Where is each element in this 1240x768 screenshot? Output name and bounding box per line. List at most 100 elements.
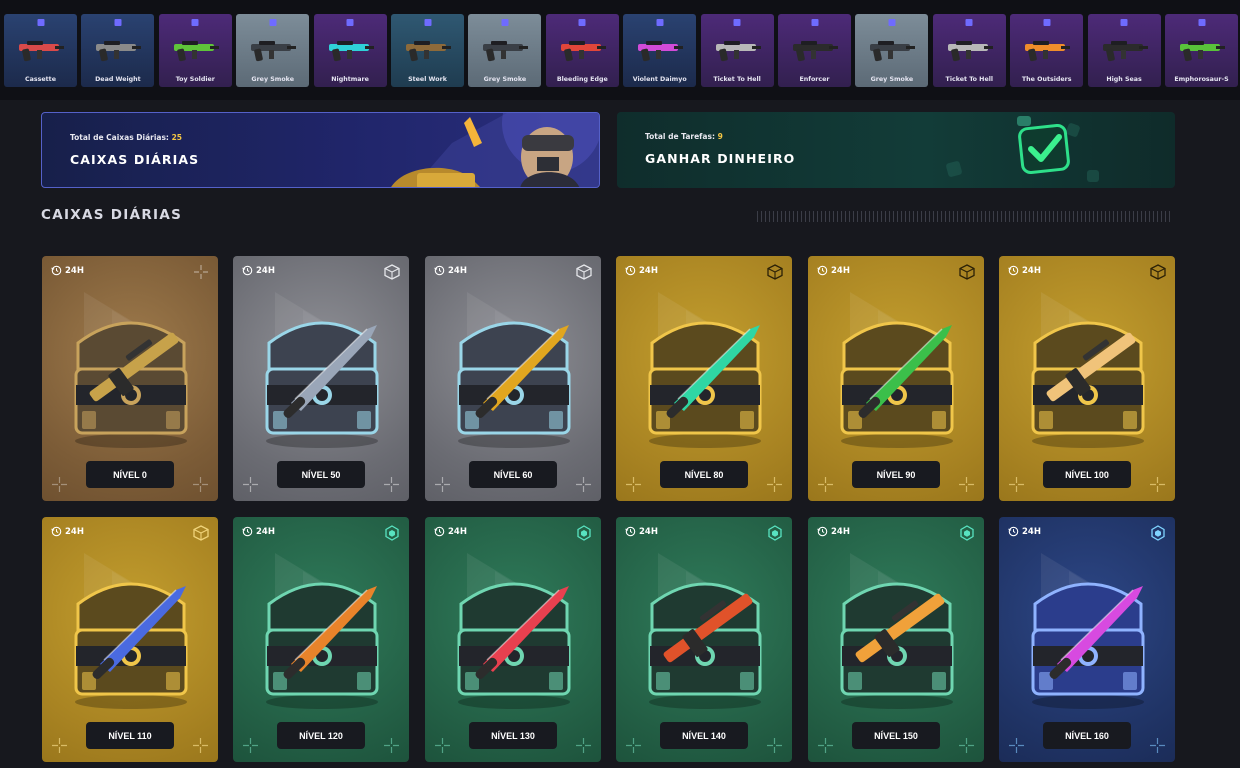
level-button[interactable]: NÍVEL 110 [86,722,174,749]
level-button[interactable]: NÍVEL 60 [469,461,557,488]
weapon-icon [1180,41,1225,62]
level-button[interactable]: NÍVEL 120 [277,722,365,749]
tier-hexagon-icon [1151,525,1165,541]
drop-item[interactable]: Nightmare [313,14,387,87]
cooldown-timer: 24H [51,526,84,537]
cooldown-timer: 24H [242,526,275,537]
weapon-icon [328,41,374,62]
daily-case-card[interactable]: 24H NÍVEL 100 [999,256,1175,501]
clock-icon [242,526,253,537]
drop-item[interactable]: Violent Daimyo [623,14,697,87]
daily-case-card[interactable]: 24H NÍVEL 160 [999,517,1175,762]
section-title: CAIXAS DIÁRIAS [41,207,183,223]
level-button[interactable]: NÍVEL 150 [852,722,940,749]
drop-name: Ticket To Hell [945,76,994,83]
drop-name: Violent Daimyo [632,76,687,83]
checkmark-icon [946,116,1099,182]
tier-cube-icon [1150,264,1166,280]
clock-icon [434,526,445,537]
drop-item[interactable]: Grey Smoke [236,14,310,87]
tier-hexagon-icon [385,525,399,541]
drop-item[interactable]: Enforcer [778,14,851,87]
daily-case-card[interactable]: 24H NÍVEL 120 [233,517,409,762]
rarity-icon [578,19,586,26]
crosshair-icon [1150,477,1165,492]
level-button[interactable]: NÍVEL 160 [1043,722,1131,749]
rarity-icon [1120,19,1128,26]
drop-name: Grey Smoke [251,76,294,83]
crosshair-icon [767,477,782,492]
daily-case-card[interactable]: 24H NÍVEL 80 [616,256,792,501]
tier-hexagon-icon [768,525,782,541]
crosshair-icon [52,477,67,492]
earn-money-banner[interactable]: Total de Tarefas: 9 GANHAR DINHEIRO [617,112,1175,188]
cooldown-timer: 24H [242,265,275,276]
drop-item[interactable]: Ticket To Hell [932,14,1006,87]
daily-case-card[interactable]: 24H NÍVEL 150 [808,517,984,762]
drop-name: Steel Work [408,76,447,83]
crosshair-icon [959,477,974,492]
drop-name: Dead Weight [95,76,141,83]
cooldown-timer: 24H [434,526,467,537]
daily-case-card[interactable]: 24H NÍVEL 130 [425,517,601,762]
cooldown-timer: 24H [625,526,658,537]
timer-label: 24H [65,526,84,537]
daily-case-card[interactable]: 24H NÍVEL 110 [42,517,218,762]
crosshair-icon [1009,738,1024,753]
crosshair-icon [52,738,67,753]
drop-item[interactable]: Grey Smoke [468,14,542,87]
drop-item[interactable]: Steel Work [391,14,464,87]
clock-icon [1008,526,1019,537]
drop-item[interactable]: High Seas [1087,14,1161,87]
crosshair-icon [435,477,450,492]
rarity-icon [501,19,509,26]
drop-name: Grey Smoke [870,76,914,83]
drop-item[interactable]: Grey Smoke [855,14,929,87]
rarity-icon [191,19,199,26]
drop-name: Grey Smoke [483,76,527,83]
crosshair-icon [576,738,591,753]
level-button[interactable]: NÍVEL 140 [660,722,748,749]
level-button[interactable]: NÍVEL 90 [852,461,940,488]
rarity-icon [346,19,354,26]
crosshair-icon [818,738,833,753]
crosshair-icon [193,738,208,753]
tasks-count: Total de Tarefas: 9 [645,132,723,141]
daily-case-card[interactable]: 24H NÍVEL 0 [42,256,218,501]
timer-label: 24H [448,526,467,537]
crosshair-icon [959,738,974,753]
daily-case-card[interactable]: 24H NÍVEL 140 [616,517,792,762]
daily-case-card[interactable]: 24H NÍVEL 60 [425,256,601,501]
drop-item[interactable]: Toy Soldier [158,14,232,87]
drop-item[interactable]: The Outsiders [1010,14,1084,87]
clock-icon [242,265,253,276]
tier-hexagon-icon [577,525,591,541]
weapon-icon [1102,41,1148,62]
level-button[interactable]: NÍVEL 50 [277,461,365,488]
level-button[interactable]: NÍVEL 80 [660,461,748,488]
crosshair-icon [818,477,833,492]
timer-label: 24H [65,265,84,276]
timer-label: 24H [448,265,467,276]
level-button[interactable]: NÍVEL 100 [1043,461,1131,488]
level-button[interactable]: NÍVEL 0 [86,461,174,488]
crosshair-icon [1009,477,1024,492]
rarity-icon [888,19,896,26]
crosshair-icon [384,738,399,753]
weapon-icon [947,41,993,62]
drop-item[interactable]: Cassette [4,14,77,87]
timer-label: 24H [639,265,658,276]
weapon-icon [638,41,684,62]
drop-item[interactable]: Ticket To Hell [700,14,774,87]
daily-case-card[interactable]: 24H NÍVEL 50 [233,256,409,501]
drop-item[interactable]: Dead Weight [81,14,155,87]
timer-label: 24H [256,265,275,276]
case-illustration [840,321,954,448]
daily-case-card[interactable]: 24H NÍVEL 90 [808,256,984,501]
drop-item[interactable]: Emphorosaur-S [1165,14,1238,87]
level-button[interactable]: NÍVEL 130 [469,722,557,749]
case-illustration [840,582,954,709]
daily-cases-banner[interactable]: Total de Caixas Diárias: 25 CAIXAS DIÁRI… [41,112,600,188]
drop-item[interactable]: Bleeding Edge [545,14,619,87]
rarity-icon [656,19,664,26]
